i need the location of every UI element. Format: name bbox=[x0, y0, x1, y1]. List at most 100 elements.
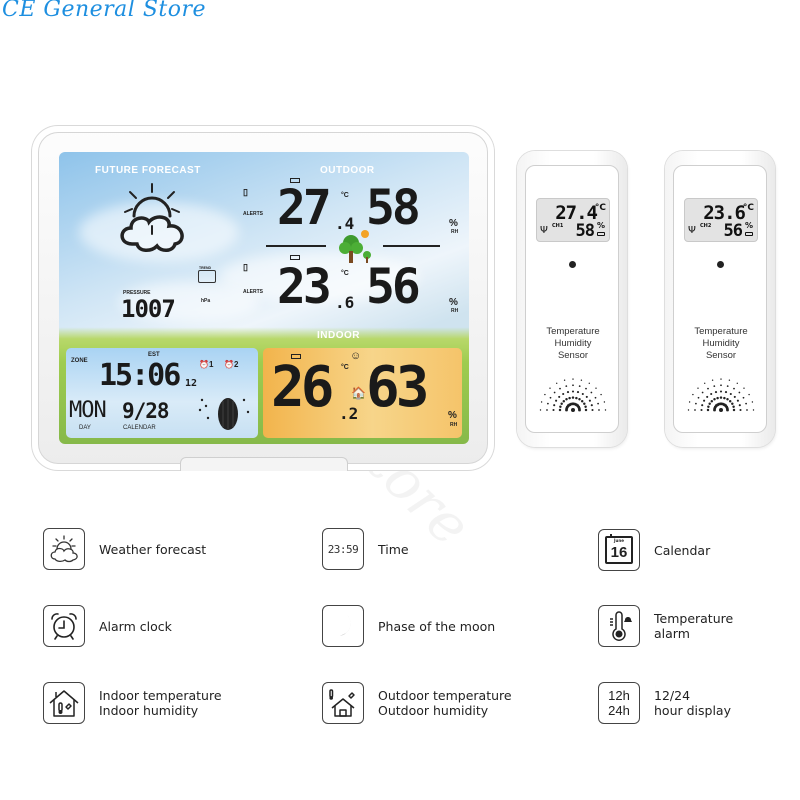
vent-dot bbox=[590, 391, 593, 394]
vent-dot bbox=[572, 384, 574, 387]
sensor-signal-icon-2: ▯ bbox=[243, 262, 248, 272]
vent-dot bbox=[694, 409, 696, 411]
vent-dot bbox=[562, 400, 566, 403]
vent-dot bbox=[547, 402, 549, 405]
alerts-icon-2: ALERTS bbox=[243, 289, 263, 295]
sensor-temp-unit: °C bbox=[594, 203, 606, 213]
vent-dots-icon bbox=[687, 378, 755, 412]
divider-right bbox=[383, 245, 440, 247]
vent-dot bbox=[539, 409, 542, 411]
vent-dot bbox=[584, 408, 588, 412]
time-icon: 23:59 bbox=[322, 528, 364, 570]
sensor-temp-unit: °C bbox=[742, 203, 754, 213]
vent-dot bbox=[688, 401, 691, 403]
sensor-channel: CH2 bbox=[700, 223, 712, 229]
vent-dot bbox=[708, 402, 711, 406]
vent-dot bbox=[728, 400, 732, 403]
moon-phase-icon bbox=[198, 398, 250, 430]
sensor-led bbox=[569, 261, 576, 268]
feature-label: Indoor temperature Indoor humidity bbox=[99, 688, 222, 718]
sensor-face: 23.6 °C Ψ CH2 56 % Temperature Humidity … bbox=[673, 165, 767, 433]
vent-dot bbox=[726, 385, 729, 387]
sensor-led bbox=[717, 261, 724, 268]
zone-label: ZONE bbox=[71, 358, 88, 364]
indoor-rh: RH bbox=[450, 422, 458, 428]
vent-dot bbox=[558, 395, 561, 398]
vent-dot bbox=[713, 385, 716, 387]
station-stand bbox=[180, 457, 348, 471]
sensor-face: 27.4 °C Ψ CH1 58 % Temperature Humidity … bbox=[525, 165, 619, 433]
hour-format-icon: 12h 24h bbox=[598, 682, 640, 724]
vent-dot bbox=[578, 385, 581, 387]
weather-station: FUTURE FORECAST OUTDOOR ▯ ALERTS 27 .4 °… bbox=[32, 126, 494, 471]
divider-left bbox=[266, 245, 326, 247]
vent-dot bbox=[540, 401, 543, 403]
day-value: MON bbox=[69, 398, 107, 423]
vent-dot bbox=[553, 391, 556, 394]
vent-dot bbox=[739, 408, 742, 412]
vent-dot bbox=[738, 404, 741, 407]
vent-dot bbox=[576, 391, 580, 394]
feature-label: Calendar bbox=[654, 542, 711, 558]
vent-dot bbox=[726, 408, 729, 412]
vent-dot bbox=[562, 392, 565, 396]
indoor-label: INDOOR bbox=[317, 330, 360, 341]
pressure-unit: hPa bbox=[201, 298, 211, 304]
sensor-caption: Temperature Humidity Sensor bbox=[694, 326, 748, 361]
vent-dot bbox=[558, 408, 562, 412]
vent-dot bbox=[736, 382, 738, 384]
vent-dot bbox=[697, 387, 699, 389]
vent-dot bbox=[588, 382, 590, 384]
vent-dot bbox=[549, 387, 551, 389]
sensor-hum-unit: % bbox=[596, 221, 605, 230]
vent-dot bbox=[695, 402, 697, 405]
vent-dot bbox=[729, 392, 732, 396]
indoor-panel: ☺ 26 .2 °C 🏠 63 % RH bbox=[263, 348, 462, 438]
feature-label: Weather forecast bbox=[99, 541, 207, 557]
vent-dot bbox=[724, 391, 728, 394]
vent-dot bbox=[583, 402, 586, 406]
vent-dot bbox=[707, 405, 710, 409]
vent-dot bbox=[742, 396, 745, 399]
vent-dot bbox=[571, 390, 575, 393]
vent-dot bbox=[751, 401, 754, 403]
clock-time: 15:06 bbox=[99, 358, 181, 393]
vent-dot bbox=[568, 396, 571, 400]
date-value: 9/28 bbox=[122, 399, 170, 423]
ch1-temp: 27 bbox=[277, 180, 332, 236]
ch1-rh: RH bbox=[451, 229, 459, 235]
ch2-temp-decimal: .6 bbox=[335, 293, 355, 312]
vent-dot bbox=[719, 390, 723, 393]
vent-dot bbox=[585, 395, 588, 398]
vent-dot bbox=[578, 398, 581, 401]
vent-dot bbox=[604, 409, 607, 411]
vent-dot bbox=[594, 396, 597, 399]
sensor-ch2: 23.6 °C Ψ CH2 56 % Temperature Humidity … bbox=[665, 151, 775, 447]
vent-dot bbox=[580, 400, 584, 403]
feature-temperature-alarm: Temperature alarm bbox=[598, 605, 733, 647]
vent-dot bbox=[585, 387, 587, 390]
vent-dot bbox=[733, 387, 735, 390]
alerts-icon-1: ALERTS bbox=[243, 211, 263, 217]
feature-label: Time bbox=[378, 541, 409, 557]
temperature-alarm-icon bbox=[598, 605, 640, 647]
vent-dot bbox=[723, 396, 726, 400]
ch2-humidity: 56 bbox=[366, 259, 421, 315]
sensor-channel: CH1 bbox=[552, 223, 564, 229]
antenna-icon: Ψ bbox=[688, 225, 696, 236]
battery-icon bbox=[745, 232, 753, 236]
vent-dot bbox=[565, 385, 568, 387]
forecast-label: FUTURE FORECAST bbox=[95, 165, 201, 176]
indoor-temp-unit: °C bbox=[341, 364, 349, 371]
vent-dot bbox=[720, 378, 722, 380]
ch1-humidity: 58 bbox=[366, 180, 421, 236]
vent-dot bbox=[748, 393, 750, 396]
indoor-humidity: 63 bbox=[366, 355, 429, 420]
ch2-temp-unit: °C bbox=[341, 270, 349, 277]
vent-dot bbox=[687, 409, 690, 411]
vent-dot bbox=[563, 379, 566, 381]
calendar-label: CALENDAR bbox=[123, 425, 156, 431]
feature-time: 23:59 Time bbox=[322, 528, 409, 570]
comfort-smiley-icon: ☺ bbox=[350, 350, 362, 362]
vent-dot bbox=[728, 379, 731, 381]
